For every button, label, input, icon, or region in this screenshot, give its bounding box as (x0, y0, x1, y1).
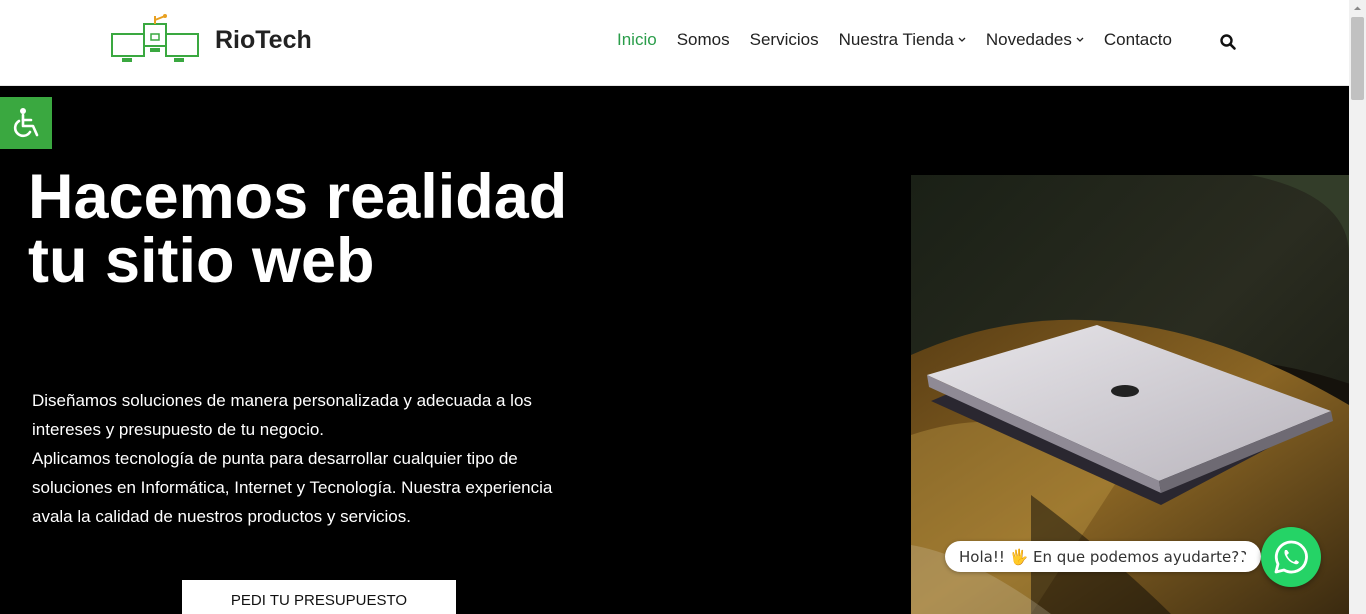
accessibility-button[interactable] (0, 97, 52, 149)
chat-bubble-tail (1239, 550, 1247, 562)
nav-item-inicio[interactable]: Inicio (617, 30, 657, 50)
nav-label: Servicios (749, 30, 819, 49)
nav-label: Contacto (1103, 30, 1172, 49)
brand-name[interactable]: RioTech (215, 26, 312, 55)
hero-paragraph: Aplicamos tecnología de punta para desar… (32, 449, 553, 526)
wheelchair-icon (13, 108, 39, 138)
nav-item-nuestra-tienda[interactable]: Nuestra Tienda (839, 30, 966, 50)
chevron-down-icon (1076, 37, 1084, 42)
hero-paragraph: Diseñamos soluciones de manera personali… (32, 391, 532, 439)
whatsapp-icon (1274, 540, 1308, 574)
chevron-down-icon (958, 37, 966, 42)
button-label: PEDI TU PRESUPUESTO (230, 591, 408, 609)
scroll-up-arrow-icon[interactable] (1349, 0, 1366, 17)
site-header: RioTech Inicio Somos Servicios Nuestra T… (0, 0, 1349, 86)
hero-title: Hacemos realidad tu sitio web (28, 162, 568, 296)
nav-label: Inicio (617, 30, 657, 49)
whatsapp-chat-button[interactable] (1261, 527, 1321, 587)
hero-description: Diseñamos soluciones de manera personali… (32, 386, 592, 531)
main-nav: Inicio Somos Servicios Nuestra Tienda No… (617, 30, 1192, 50)
chat-greeting-bubble[interactable]: Hola!! 🖐 En que podemos ayudarte?? (945, 541, 1262, 572)
nav-item-servicios[interactable]: Servicios (750, 30, 819, 50)
nav-item-somos[interactable]: Somos (677, 30, 730, 50)
scrollbar-thumb[interactable] (1351, 17, 1364, 100)
nav-item-contacto[interactable]: Contacto (1104, 30, 1172, 50)
nav-label: Nuestra Tienda (838, 30, 954, 49)
request-quote-button[interactable]: PEDI TU PRESUPUESTO (182, 580, 456, 614)
chat-message: Hola!! 🖐 En que podemos ayudarte?? (959, 547, 1248, 566)
nav-item-novedades[interactable]: Novedades (986, 30, 1084, 50)
search-icon[interactable] (1219, 33, 1237, 51)
nav-label: Novedades (985, 30, 1072, 49)
logo-icon[interactable] (110, 14, 200, 66)
nav-label: Somos (676, 30, 730, 49)
